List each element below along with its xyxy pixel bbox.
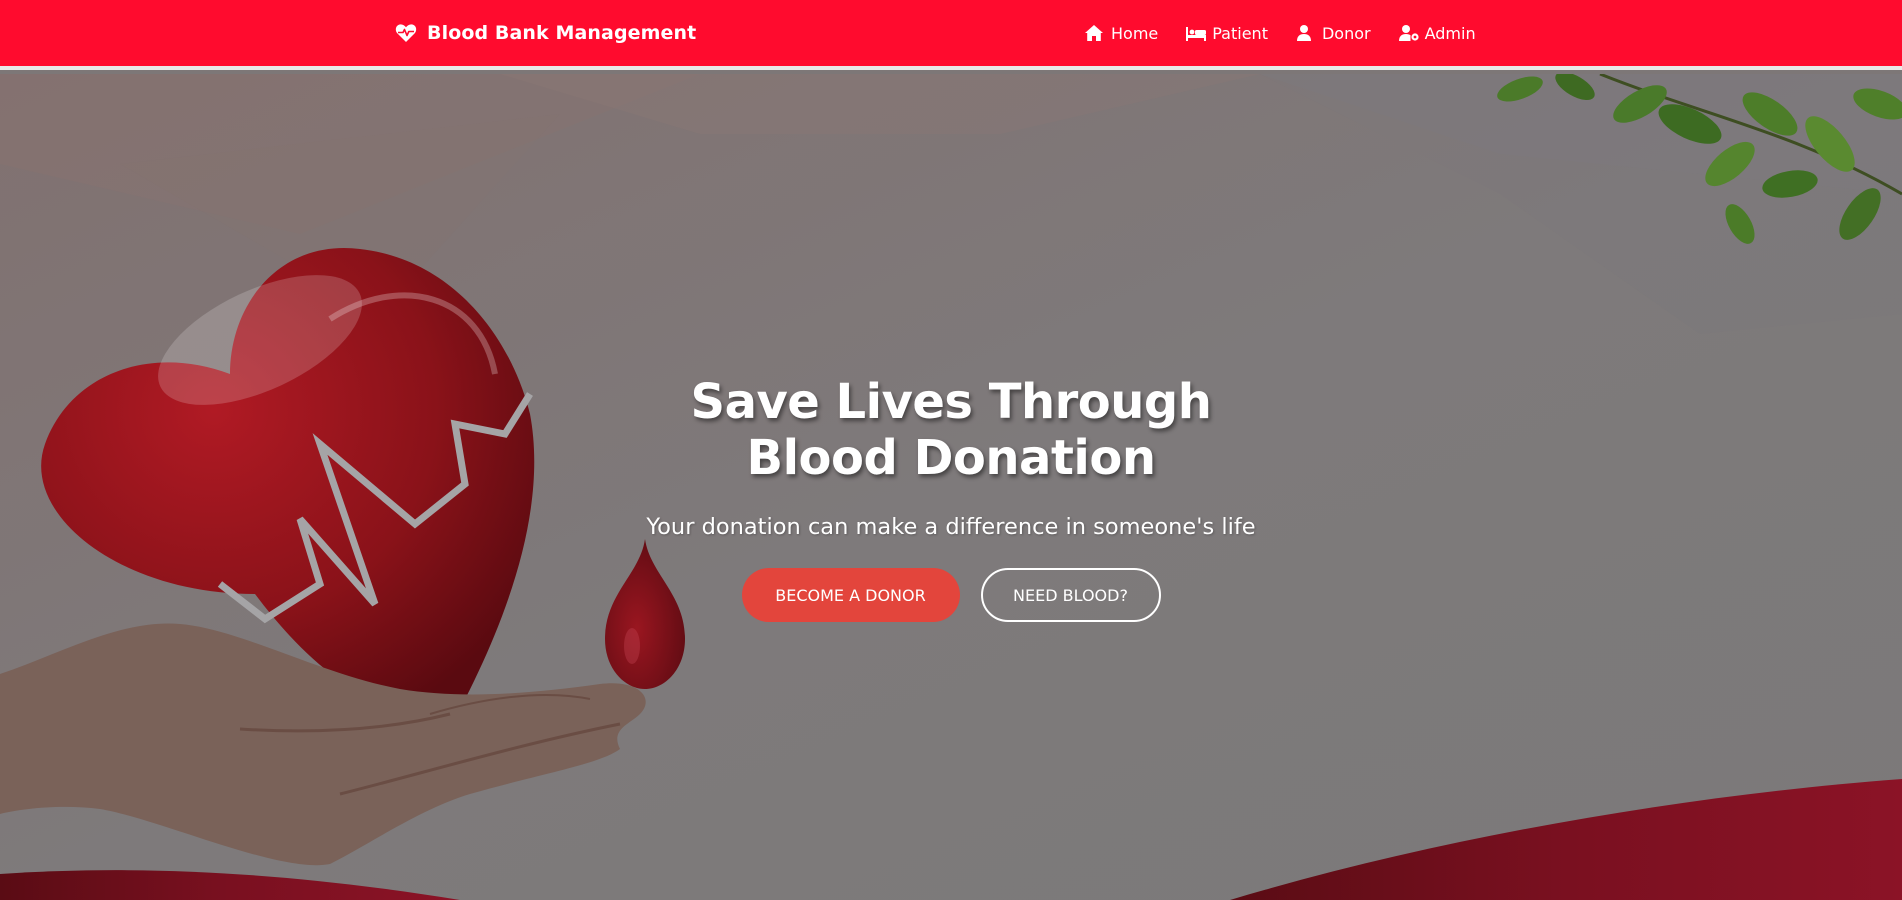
hero-title: Save Lives Through Blood Donation [690,374,1212,486]
hero-subtitle: Your donation can make a difference in s… [646,514,1256,540]
user-icon [1295,24,1315,42]
nav-item-patient[interactable]: Patient [1185,24,1268,43]
nav-item-patient-label: Patient [1212,23,1268,43]
hero-button-row: BECOME A DONOR NEED BLOOD? [520,568,1382,622]
home-icon [1084,24,1104,42]
nav-item-donor[interactable]: Donor [1295,24,1371,43]
navbar: Blood Bank Management Home Patient Donor… [0,0,1902,70]
main-nav: Home Patient Donor Admin [1084,20,1476,46]
need-blood-button[interactable]: NEED BLOOD? [980,568,1161,622]
nav-item-donor-label: Donor [1321,23,1371,43]
hero-section: Save Lives Through Blood Donation Your d… [0,74,1902,900]
nav-item-admin-label: Admin [1424,23,1476,43]
brand-link[interactable]: Blood Bank Management [395,20,696,46]
become-donor-button[interactable]: BECOME A DONOR [741,568,960,622]
user-cog-icon [1398,24,1419,42]
nav-item-home[interactable]: Home [1084,24,1158,43]
nav-item-admin[interactable]: Admin [1398,24,1476,43]
bed-icon [1185,24,1207,42]
nav-item-home-label: Home [1111,23,1159,43]
brand-label: Blood Bank Management [427,22,697,44]
heart-pulse-icon [395,23,417,43]
hero-content: Save Lives Through Blood Donation Your d… [520,374,1382,622]
